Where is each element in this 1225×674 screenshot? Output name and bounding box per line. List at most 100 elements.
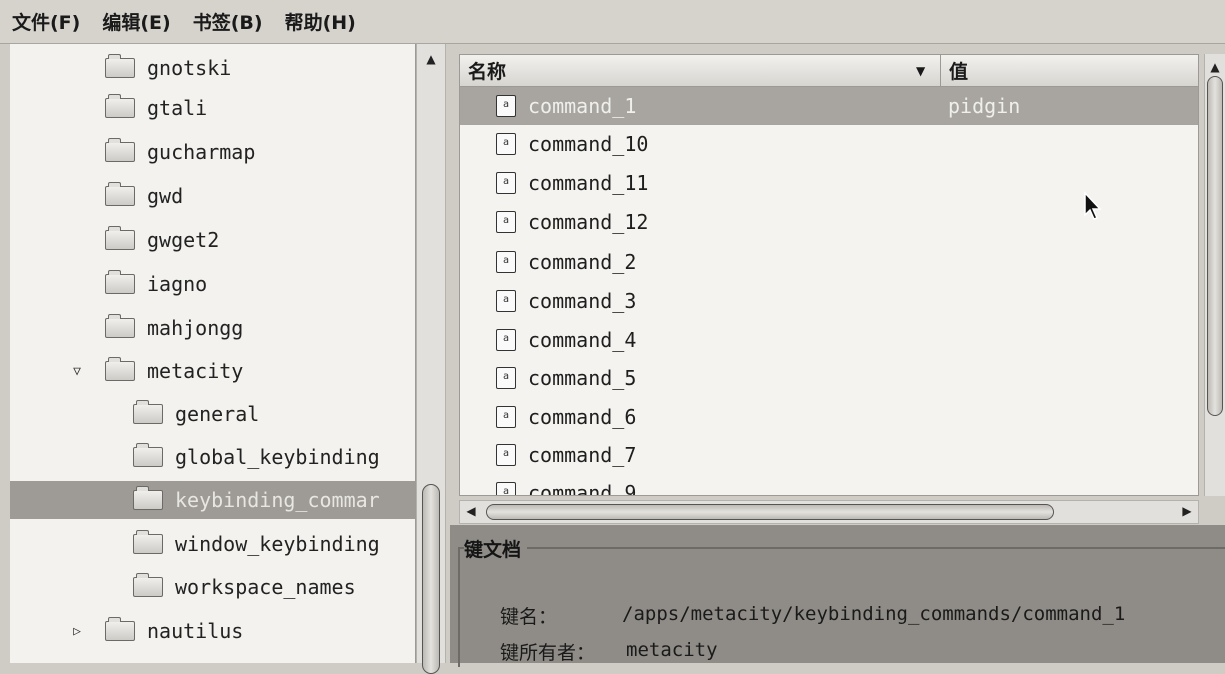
list-row[interactable]: a command_4: [460, 321, 1198, 359]
key-icon: a: [496, 290, 516, 312]
list-row[interactable]: a command_2: [460, 243, 1198, 281]
scroll-left-icon[interactable]: ◀: [464, 504, 478, 518]
tree-item-label: mahjongg: [147, 316, 244, 340]
key-name-value: /apps/metacity/keybinding_commands/comma…: [622, 603, 1126, 625]
row-name: command_9: [528, 481, 637, 496]
menu-bar: 文件(F) 编辑(E) 书签(B) 帮助(H): [0, 0, 1225, 44]
row-value: pidgin: [948, 94, 1021, 118]
tree-item-label: gtali: [147, 96, 208, 120]
list-scrollbar[interactable]: ▲: [1204, 54, 1225, 496]
key-icon: a: [496, 367, 516, 389]
key-owner-label: 键所有者：: [500, 642, 596, 664]
folder-icon: [105, 94, 135, 118]
scroll-up-icon[interactable]: ▲: [1205, 60, 1225, 74]
key-icon: a: [496, 95, 516, 117]
open-folder-icon: [105, 357, 135, 381]
tree-item-label: gwd: [147, 184, 184, 208]
tree-item-label: iagno: [147, 272, 208, 296]
row-name: command_4: [528, 328, 637, 352]
row-name: command_5: [528, 366, 637, 390]
scroll-right-icon[interactable]: ▶: [1180, 504, 1194, 518]
folder-icon: [105, 270, 135, 294]
row-name: command_1: [528, 94, 637, 118]
list-row[interactable]: a command_7: [460, 436, 1198, 474]
tree-item-gtali[interactable]: gtali: [10, 90, 415, 126]
key-icon: a: [496, 172, 516, 194]
key-value-list: 名称 ▼ 值 a command_1 pidgin a command_10 a…: [459, 54, 1199, 496]
tree-item-gnotski[interactable]: gnotski: [10, 50, 415, 86]
tree-item-label: gucharmap: [147, 140, 256, 164]
column-header-value[interactable]: 值: [940, 55, 1198, 87]
scrollbar-thumb[interactable]: [422, 484, 440, 674]
list-row[interactable]: a command_5: [460, 359, 1198, 397]
folder-icon: [105, 617, 135, 641]
key-owner-value: metacity: [626, 639, 718, 661]
folder-icon: [133, 486, 163, 510]
row-name: command_11: [528, 171, 649, 195]
tree-item-gwd[interactable]: gwd: [10, 178, 415, 214]
list-horizontal-scrollbar[interactable]: ◀ ▶: [459, 500, 1199, 524]
tree-item-general[interactable]: general: [10, 396, 415, 432]
folder-icon: [105, 226, 135, 250]
scrollbar-thumb[interactable]: [486, 504, 1054, 520]
folder-icon: [133, 443, 163, 467]
tree-item-gwget2[interactable]: gwget2: [10, 222, 415, 258]
tree-item-global-keybinding[interactable]: global_keybinding: [10, 439, 415, 475]
tree-item-window-keybinding[interactable]: window_keybinding: [10, 526, 415, 562]
tree-item-keybinding-commands[interactable]: keybinding_commar: [10, 481, 415, 519]
tree-item-label: nautilus: [147, 619, 244, 643]
key-icon: a: [496, 251, 516, 273]
menu-file[interactable]: 文件(F): [12, 8, 80, 35]
row-name: command_10: [528, 132, 649, 156]
key-name-label: 键名：: [500, 606, 558, 628]
folder-icon: [133, 530, 163, 554]
tree-item-label: global_keybinding: [175, 445, 380, 469]
tree-item-workspace-names[interactable]: workspace_names: [10, 569, 415, 605]
scroll-up-icon[interactable]: ▲: [417, 52, 445, 66]
folder-icon: [133, 400, 163, 424]
key-icon: a: [496, 133, 516, 155]
key-icon: a: [496, 444, 516, 466]
folder-icon: [105, 314, 135, 338]
doc-title: 键文档: [464, 535, 528, 562]
row-name: command_2: [528, 250, 637, 274]
tree-item-gucharmap[interactable]: gucharmap: [10, 134, 415, 170]
collapse-arrow-icon[interactable]: ▽: [70, 364, 84, 379]
mouse-pointer-icon: [1084, 191, 1102, 220]
list-row[interactable]: a command_1 pidgin: [460, 87, 1198, 125]
tree-item-label: metacity: [147, 359, 244, 383]
key-icon: a: [496, 211, 516, 233]
tree-item-label: window_keybinding: [175, 532, 380, 556]
list-row[interactable]: a command_6: [460, 398, 1198, 436]
tree-item-label: gnotski: [147, 56, 232, 80]
tree-scrollbar[interactable]: ▲: [416, 44, 446, 674]
row-name: command_12: [528, 210, 649, 234]
directory-tree: gnotski gtali gucharmap gwd gwget2 iagno…: [10, 44, 416, 663]
row-name: command_7: [528, 443, 637, 467]
list-row[interactable]: a command_9: [460, 474, 1198, 496]
tree-item-iagno[interactable]: iagno: [10, 266, 415, 302]
key-documentation-panel: 键文档 键名： /apps/metacity/keybinding_comman…: [450, 525, 1225, 667]
row-name: command_3: [528, 289, 637, 313]
folder-icon: [105, 54, 135, 78]
tree-item-label: workspace_names: [175, 575, 356, 599]
expand-arrow-icon[interactable]: ▷: [70, 624, 84, 639]
tree-item-label: keybinding_commar: [175, 488, 380, 512]
list-row[interactable]: a command_10: [460, 125, 1198, 163]
column-header-label: 值: [949, 61, 969, 83]
key-icon: a: [496, 482, 516, 495]
tree-item-nautilus[interactable]: ▷ nautilus: [10, 613, 415, 649]
column-header-name[interactable]: 名称 ▼: [460, 55, 940, 87]
menu-edit[interactable]: 编辑(E): [102, 8, 170, 35]
list-row[interactable]: a command_3: [460, 282, 1198, 320]
tree-item-metacity[interactable]: ▽ metacity: [10, 353, 415, 389]
menu-bookmarks[interactable]: 书签(B): [193, 8, 263, 35]
folder-icon: [105, 182, 135, 206]
menu-help[interactable]: 帮助(H): [285, 8, 356, 35]
scrollbar-thumb[interactable]: [1207, 76, 1223, 416]
folder-icon: [133, 573, 163, 597]
folder-icon: [105, 138, 135, 162]
tree-item-mahjongg[interactable]: mahjongg: [10, 310, 415, 346]
sort-down-icon: ▼: [916, 63, 926, 78]
row-name: command_6: [528, 405, 637, 429]
